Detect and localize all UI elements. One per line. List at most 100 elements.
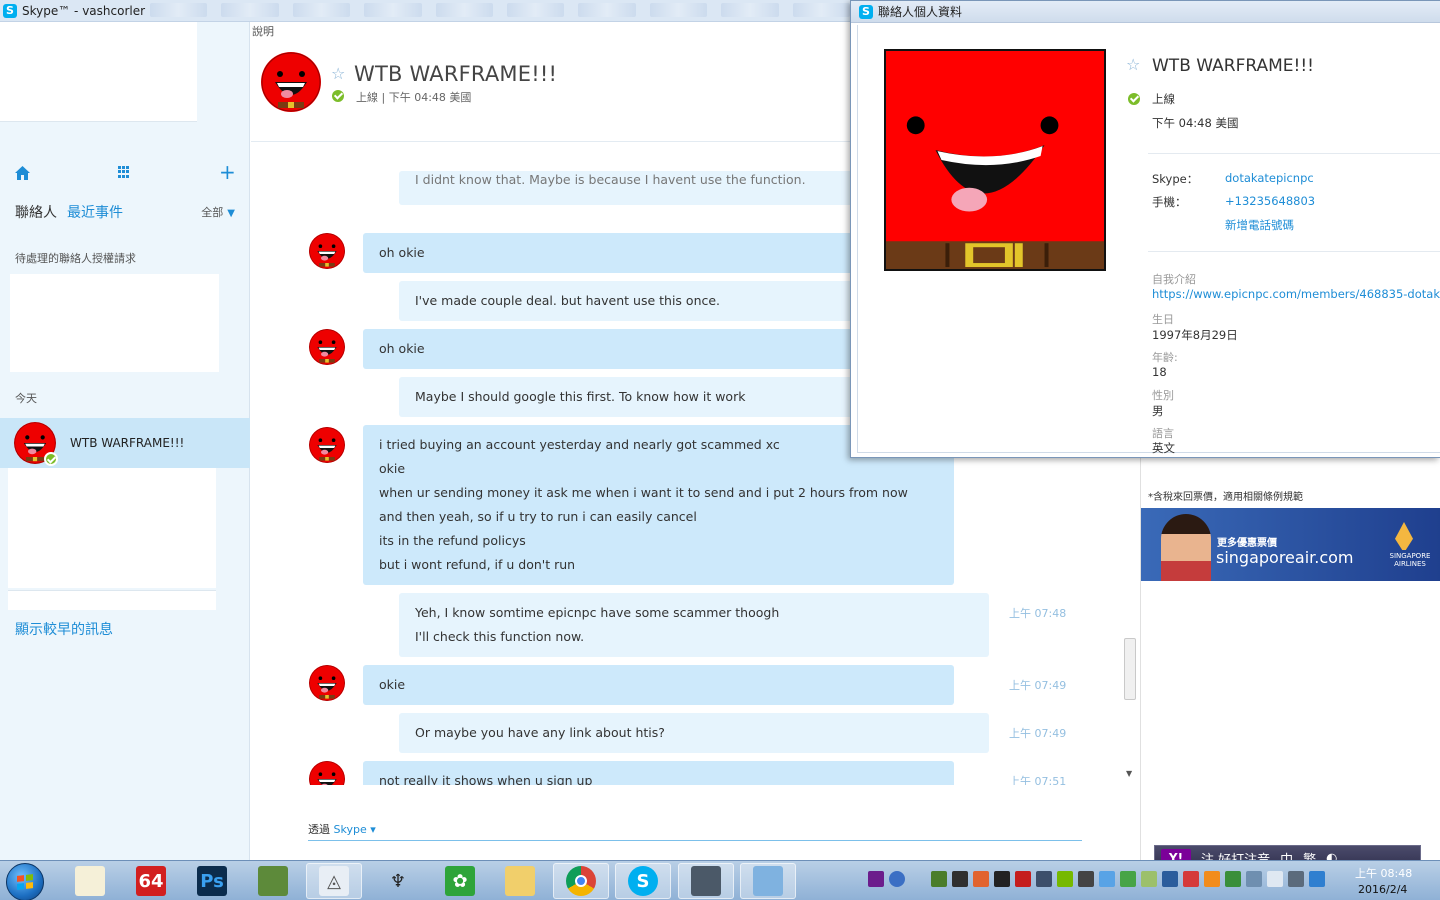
message-bubble-received[interactable]: not really it shows when u sign up [363, 761, 954, 785]
phone-number[interactable]: +13235648803 [1225, 194, 1315, 208]
tray-app-icon[interactable] [1246, 871, 1262, 887]
menu-item-help[interactable]: 說明 [252, 23, 274, 39]
tray-security-icon[interactable] [1225, 871, 1241, 887]
message-avatar[interactable] [309, 233, 345, 269]
favorite-star-icon[interactable]: ☆ [1126, 55, 1140, 74]
message-avatar[interactable] [309, 427, 345, 463]
message-avatar[interactable] [309, 761, 345, 785]
filter-label: 全部 [201, 206, 224, 219]
chrome-icon [566, 866, 596, 896]
volume-icon[interactable] [1267, 871, 1283, 887]
taskbar-app-explorer[interactable] [492, 863, 548, 899]
tray-app-icon[interactable] [1078, 871, 1094, 887]
taskbar-app-map[interactable] [245, 863, 301, 899]
profile-local-time: 下午 04:48 美國 [1152, 116, 1239, 130]
dialpad-icon[interactable] [118, 166, 130, 178]
message-line: okie [379, 677, 406, 692]
photo-viewer-icon [753, 866, 783, 896]
taskbar-app-skyrim[interactable]: ♆ [370, 863, 426, 899]
sidebar-toolbar: + [0, 162, 250, 184]
scroll-down-arrow-icon[interactable]: ▼ [1126, 769, 1132, 778]
taskbar-app-photoshop[interactable]: Ps [184, 863, 240, 899]
taskbar-app-monitor[interactable] [678, 863, 734, 899]
photoshop-icon: Ps [197, 866, 227, 896]
tray-app-icon[interactable] [1141, 871, 1157, 887]
recent-list-empty-2 [8, 590, 216, 610]
ad-banner[interactable]: 更多優惠票價 singaporeair.com SINGAPORE AIRLIN… [1141, 508, 1440, 581]
taskbar-app-64[interactable]: 64 [123, 863, 179, 899]
tray-yahoo-icon[interactable] [868, 871, 884, 887]
profile-window-title: 聯絡人個人資料 [878, 5, 963, 19]
taskbar-app-photos[interactable] [740, 863, 796, 899]
folder-icon [505, 866, 535, 896]
taskbar-app-skype[interactable]: S [615, 863, 671, 899]
filter-dropdown[interactable]: 全部 ▼ [201, 204, 235, 220]
tray-app-icon[interactable] [931, 871, 947, 887]
contact-avatar[interactable] [261, 52, 321, 112]
tab-contacts[interactable]: 聯絡人 [15, 202, 57, 222]
skyrim-icon: ♆ [389, 870, 407, 892]
birthday-value: 1997年8月29日 [1152, 328, 1238, 342]
compose-divider [308, 840, 1082, 841]
via-label: 透過 [308, 823, 330, 836]
bio-value[interactable]: https://www.epicnpc.com/members/468835-d… [1152, 287, 1440, 301]
message-bubble-sent[interactable]: Yeh, I know somtime epicnpc have some sc… [399, 593, 989, 657]
tab-recent[interactable]: 最近事件 [67, 202, 123, 222]
tray-app-icon[interactable] [1204, 871, 1220, 887]
message-avatar[interactable] [309, 665, 345, 701]
tray-g-icon[interactable] [994, 871, 1010, 887]
tray-app-icon[interactable] [1183, 871, 1199, 887]
tray-app-icon[interactable] [973, 871, 989, 887]
tray-app-icon[interactable] [952, 871, 968, 887]
taskbar-app-chrome[interactable] [553, 863, 609, 899]
skype-id[interactable]: dotakatepicnpc [1225, 171, 1314, 185]
monitor-icon [691, 866, 721, 896]
profile-picture [884, 49, 1106, 271]
tray-app-icon[interactable] [1309, 871, 1325, 887]
tray-pdf-icon[interactable] [1015, 871, 1031, 887]
message-avatar[interactable] [309, 329, 345, 365]
age-label: 年齡: [1152, 351, 1178, 364]
send-via-selector[interactable]: 透過 Skype ▾ [308, 821, 376, 837]
online-status-icon [1128, 93, 1140, 105]
birthday-label: 生日 [1152, 313, 1174, 326]
bird-app-icon [75, 866, 105, 896]
cpu-z-icon: 64 [136, 866, 166, 896]
message-timestamp: 上午 07:48 [1009, 607, 1067, 620]
start-button[interactable] [6, 863, 44, 900]
tray-check-icon[interactable] [1120, 871, 1136, 887]
profile-title-bar[interactable]: S 聯絡人個人資料 [851, 1, 1440, 23]
message-bubble-sent[interactable]: Or maybe you have any link about htis? [399, 713, 989, 753]
recent-item-wtb-warframe[interactable]: WTB WARFRAME!!! [0, 418, 250, 468]
tray-arrows-icon[interactable] [910, 871, 926, 887]
tray-help-icon[interactable] [889, 871, 905, 887]
clock-date[interactable]: 2016/2/4 [1358, 883, 1407, 896]
clock-time[interactable]: 上午 08:48 [1355, 865, 1412, 881]
network-icon[interactable] [1288, 871, 1304, 887]
via-service[interactable]: Skype [334, 823, 367, 836]
tray-app-icon[interactable] [1099, 871, 1115, 887]
tray-app-icon[interactable] [1036, 871, 1052, 887]
taskbar-app-warframe[interactable]: ◬ [306, 863, 362, 899]
gender-label: 性別 [1152, 389, 1174, 402]
compose-area: 透過 Skype ▾ [251, 785, 1140, 860]
skype-logo-icon: S [859, 4, 873, 19]
show-older-messages-link[interactable]: 顯示較早的訊息 [15, 619, 113, 639]
tray-nvidia-icon[interactable] [1057, 871, 1073, 887]
taskbar-app-bird[interactable] [62, 863, 118, 899]
add-phone-link[interactable]: 新增電話號碼 [1225, 217, 1294, 233]
contact-name[interactable]: WTB WARFRAME!!! [354, 62, 557, 86]
background-taskbar-strip [150, 3, 851, 19]
title-bar[interactable]: S Skype™ - vashcorler [0, 0, 851, 22]
message-timestamp: 上午 07:51 [1009, 775, 1067, 785]
scrollbar-thumb[interactable] [1124, 638, 1136, 700]
taskbar-app-green[interactable]: ✿ [432, 863, 488, 899]
message-line: Or maybe you have any link about htis? [415, 725, 665, 740]
ad-note: *含稅來回票價，適用相關條例規範 [1148, 492, 1303, 503]
favorite-star-icon[interactable]: ☆ [331, 64, 345, 83]
tray-app-icon[interactable] [1162, 871, 1178, 887]
message-bubble-received[interactable]: okie [363, 665, 954, 705]
windows-logo-icon [17, 874, 33, 890]
home-icon[interactable] [15, 166, 30, 180]
add-contact-icon[interactable]: + [219, 162, 236, 182]
